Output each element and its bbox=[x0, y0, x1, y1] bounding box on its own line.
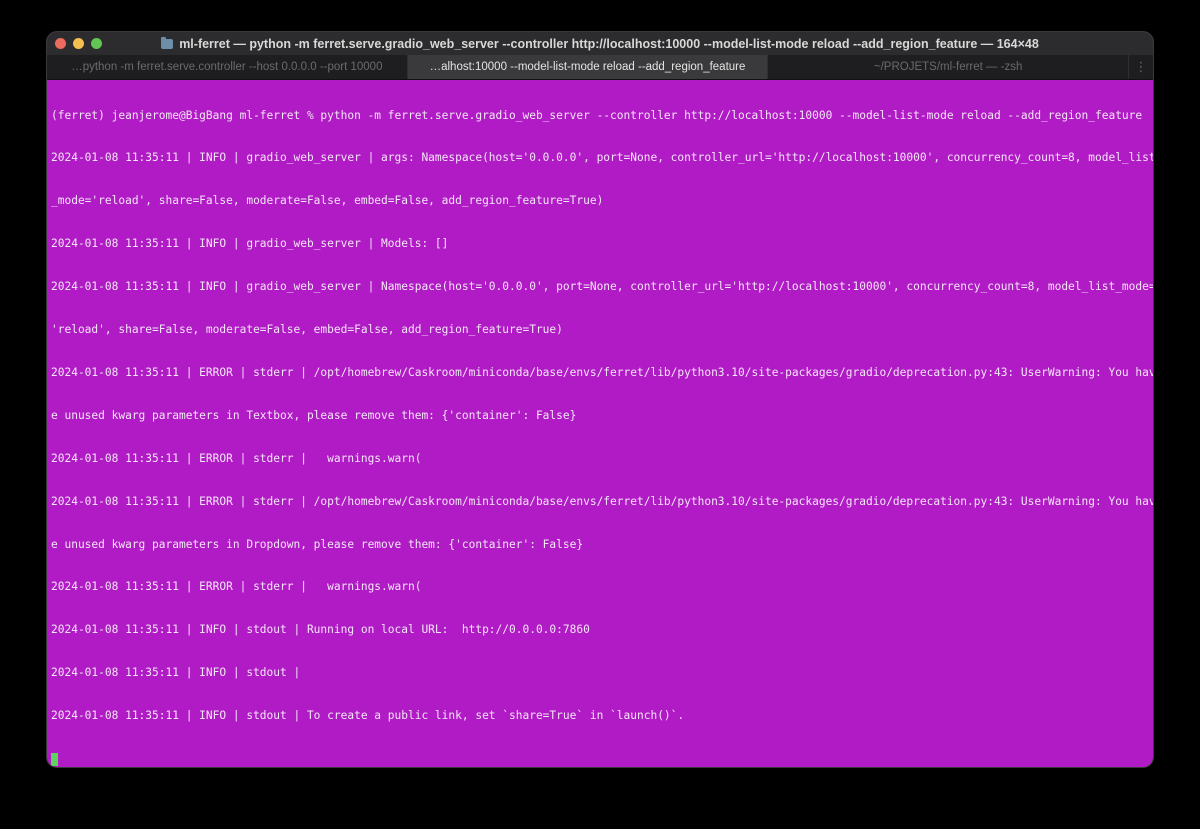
terminal-line: 2024-01-08 11:35:11 | INFO | gradio_web_… bbox=[51, 280, 1153, 294]
terminal-line: (ferret) jeanjerome@BigBang ml-ferret % … bbox=[51, 108, 1143, 122]
terminal-line: 2024-01-08 11:35:11 | INFO | gradio_web_… bbox=[51, 151, 1153, 165]
close-button[interactable] bbox=[55, 38, 66, 49]
title-wrap: ml-ferret — python -m ferret.serve.gradi… bbox=[161, 36, 1039, 51]
terminal-line: 'reload', share=False, moderate=False, e… bbox=[51, 323, 563, 337]
tab-label: …alhost:10000 --model-list-mode reload -… bbox=[429, 61, 746, 73]
terminal-output[interactable]: (ferret) jeanjerome@BigBang ml-ferret % … bbox=[47, 80, 1153, 767]
terminal-line: 2024-01-08 11:35:11 | INFO | stdout | bbox=[51, 666, 301, 680]
folder-icon bbox=[161, 36, 174, 49]
terminal-line: e unused kwarg parameters in Dropdown, p… bbox=[51, 537, 584, 551]
terminal-line: e unused kwarg parameters in Textbox, pl… bbox=[51, 408, 577, 422]
minimize-button[interactable] bbox=[73, 38, 84, 49]
tab-label: …python -m ferret.serve.controller --hos… bbox=[71, 61, 383, 73]
terminal-line: 2024-01-08 11:35:11 | ERROR | stderr | /… bbox=[51, 494, 1153, 508]
cursor-line bbox=[51, 752, 1149, 766]
terminal-line: 2024-01-08 11:35:11 | ERROR | stderr | w… bbox=[51, 451, 422, 465]
tab-label: ~/PROJETS/ml-ferret — -zsh bbox=[873, 61, 1023, 73]
traffic-lights bbox=[55, 38, 102, 49]
title-bar[interactable]: ml-ferret — python -m ferret.serve.gradi… bbox=[47, 32, 1153, 55]
terminal-window: ml-ferret — python -m ferret.serve.gradi… bbox=[47, 32, 1153, 767]
terminal-line: 2024-01-08 11:35:11 | INFO | stdout | Ru… bbox=[51, 623, 590, 637]
tab-zsh[interactable]: ~/PROJETS/ml-ferret — -zsh bbox=[768, 55, 1130, 79]
tab-gradio-web-server[interactable]: …alhost:10000 --model-list-mode reload -… bbox=[407, 55, 769, 79]
tab-bar: …python -m ferret.serve.controller --hos… bbox=[47, 55, 1153, 80]
terminal-line: 2024-01-08 11:35:11 | ERROR | stderr | w… bbox=[51, 580, 422, 594]
terminal-line: 2024-01-08 11:35:11 | ERROR | stderr | /… bbox=[51, 365, 1153, 379]
new-tab-button[interactable]: ⋮ bbox=[1129, 55, 1153, 79]
terminal-line: 2024-01-08 11:35:11 | INFO | stdout | To… bbox=[51, 709, 685, 723]
terminal-line: _mode='reload', share=False, moderate=Fa… bbox=[51, 194, 604, 208]
tab-controller[interactable]: …python -m ferret.serve.controller --hos… bbox=[47, 55, 408, 79]
zoom-button[interactable] bbox=[91, 38, 102, 49]
terminal-line: 2024-01-08 11:35:11 | INFO | gradio_web_… bbox=[51, 237, 449, 251]
window-title: ml-ferret — python -m ferret.serve.gradi… bbox=[179, 36, 1039, 51]
terminal-cursor bbox=[51, 752, 58, 766]
